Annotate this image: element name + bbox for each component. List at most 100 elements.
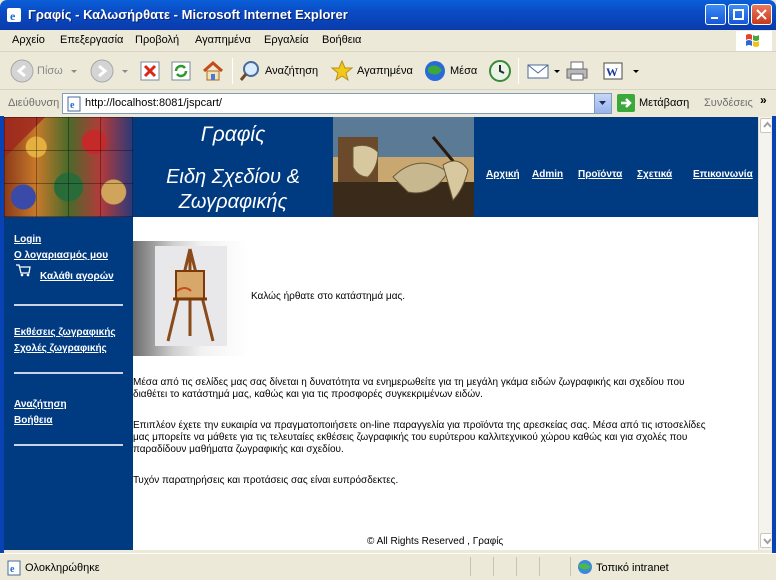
stop-button[interactable]	[139, 58, 161, 84]
site-title: Γραφίς	[200, 123, 266, 146]
page-icon: e	[67, 96, 81, 112]
status-divider	[516, 557, 517, 576]
scroll-up-button[interactable]	[760, 118, 771, 133]
status-divider	[470, 557, 471, 576]
address-dropdown-button[interactable]	[594, 94, 611, 113]
nav-contact-link[interactable]: Επικοινωνία	[693, 169, 753, 180]
sidebar-exhibitions-link[interactable]: Εκθέσεις ζωγραφικής	[14, 327, 116, 338]
chevron-right-icon[interactable]: »	[760, 93, 767, 107]
sidebar: Login Ο λογαριασμός μου Καλάθι αγορών Εκ…	[4, 217, 133, 550]
menu-favorites[interactable]: Αγαπημένα	[195, 34, 251, 46]
painting-banner-image	[333, 117, 474, 217]
chevron-down-icon	[554, 70, 560, 73]
status-text: Ολοκληρώθηκε	[25, 562, 100, 574]
nav-products-link[interactable]: Προϊόντα	[578, 169, 622, 180]
mail-icon	[527, 64, 549, 79]
chevron-down-icon	[70, 70, 77, 73]
sidebar-search-link[interactable]: Αναζήτηση	[14, 399, 67, 410]
go-button[interactable]: Μετάβαση	[617, 94, 689, 112]
site-header: Γραφίς Ειδη Σχεδίου & Ζωγραφικής	[133, 117, 333, 217]
melting-clocks-image	[333, 117, 474, 217]
site-subtitle: Ειδη Σχεδίου & Ζωγραφικής	[133, 165, 333, 215]
search-label: Αναζήτηση	[265, 65, 319, 77]
chevron-down-icon	[122, 70, 128, 73]
chevron-down-icon	[633, 70, 639, 73]
favorites-label: Αγαπημένα	[357, 65, 413, 77]
search-button[interactable]: Αναζήτηση	[238, 58, 318, 84]
refresh-button[interactable]	[170, 58, 192, 84]
close-icon	[756, 9, 767, 20]
go-arrow-icon	[617, 94, 635, 112]
paragraph-line: Μέσα από τις σελίδες μας σας δίνεται η δ…	[133, 377, 685, 388]
address-label: Διεύθυνση	[8, 97, 60, 109]
back-label: Πίσω	[37, 65, 63, 77]
svg-text:e: e	[70, 100, 75, 111]
print-button[interactable]	[565, 58, 589, 84]
menu-edit[interactable]: Επεξεργασία	[60, 34, 123, 46]
vertical-scrollbar[interactable]	[758, 117, 771, 550]
ie-icon: e	[7, 8, 21, 23]
mail-button[interactable]	[526, 58, 562, 84]
forward-button[interactable]	[90, 58, 130, 84]
sidebar-schools-link[interactable]: Σχολές ζωγραφικής	[14, 343, 107, 354]
chevron-down-icon	[599, 101, 606, 105]
windows-logo-icon	[736, 31, 772, 51]
svg-text:e: e	[10, 9, 16, 23]
favorites-button[interactable]: Αγαπημένα	[330, 58, 413, 84]
sidebar-divider	[14, 444, 123, 446]
shopping-cart-icon	[16, 264, 31, 277]
menu-file[interactable]: Αρχείο	[12, 34, 45, 46]
paragraph-line: διαθέτει το κατάστημά μας, καθώς και για…	[133, 389, 483, 400]
links-button[interactable]: Συνδέσεις	[704, 97, 753, 109]
toolbar: Πίσω Αναζήτηση Αγαπημένα Μέσα W	[0, 52, 776, 90]
status-divider	[493, 557, 494, 576]
word-icon: W	[603, 62, 623, 80]
sidebar-account-link[interactable]: Ο λογαριασμός μου	[14, 250, 108, 261]
status-bar: e Ολοκληρώθηκε Τοπικό intranet	[0, 553, 776, 580]
intranet-zone-icon	[578, 560, 592, 574]
svg-text:e: e	[10, 564, 15, 575]
stop-icon	[140, 61, 160, 81]
refresh-icon	[171, 61, 191, 81]
history-button[interactable]	[488, 58, 512, 84]
toolbar-separator	[518, 58, 519, 84]
top-navigation: Αρχική Admin Προϊόντα Σχετικά Επικοινωνί…	[474, 117, 758, 217]
sidebar-login-link[interactable]: Login	[14, 234, 41, 245]
maximize-icon	[733, 9, 744, 20]
back-button[interactable]: Πίσω	[10, 58, 79, 84]
media-label: Μέσα	[450, 65, 478, 77]
paragraph-line: μας μπορείτε να μάθετε για τις τελευταίε…	[133, 432, 688, 443]
chevron-up-icon	[763, 121, 771, 128]
page-done-icon: e	[7, 560, 21, 576]
easel-image	[133, 241, 248, 356]
site-subtitle-line: Ειδη Σχεδίου &	[166, 166, 300, 188]
address-input[interactable]: e http://localhost:8081/jspcart/	[62, 93, 612, 114]
chevron-down-icon	[763, 538, 771, 545]
menu-tools[interactable]: Εργαλεία	[264, 34, 309, 46]
home-button[interactable]	[201, 58, 225, 84]
sidebar-cart-link[interactable]: Καλάθι αγορών	[40, 271, 114, 282]
feedback-paragraph: Τυχόν παρατηρήσεις και προτάσεις σας είν…	[133, 475, 399, 486]
forward-arrow-icon	[90, 59, 114, 83]
edit-word-button[interactable]: W	[601, 58, 641, 84]
scroll-down-button[interactable]	[760, 533, 771, 548]
menu-view[interactable]: Προβολή	[135, 34, 179, 46]
nav-admin-link[interactable]: Admin	[532, 169, 563, 180]
easel-illustration	[155, 246, 227, 346]
media-button[interactable]: Μέσα	[423, 58, 477, 84]
copyright-footer: © All Rights Reserved , Γραφίς	[367, 536, 504, 547]
menu-help[interactable]: Βοήθεια	[322, 34, 361, 46]
order-paragraph: Επιπλέον έχετε την ευκαιρία να πραγματοπ…	[133, 420, 758, 456]
sidebar-help-link[interactable]: Βοήθεια	[14, 415, 53, 426]
sidebar-divider	[14, 372, 123, 374]
history-icon	[489, 60, 511, 82]
home-icon	[203, 60, 223, 81]
minimize-button[interactable]	[705, 4, 726, 25]
nav-about-link[interactable]: Σχετικά	[637, 169, 672, 180]
close-button[interactable]	[751, 4, 772, 25]
security-zone-text: Τοπικό intranet	[596, 562, 669, 574]
printer-icon	[566, 61, 588, 81]
maximize-button[interactable]	[728, 4, 749, 25]
nav-home-link[interactable]: Αρχική	[486, 169, 520, 180]
page-viewport: Γραφίς Ειδη Σχεδίου & Ζωγραφικής Αρχική …	[4, 117, 771, 550]
